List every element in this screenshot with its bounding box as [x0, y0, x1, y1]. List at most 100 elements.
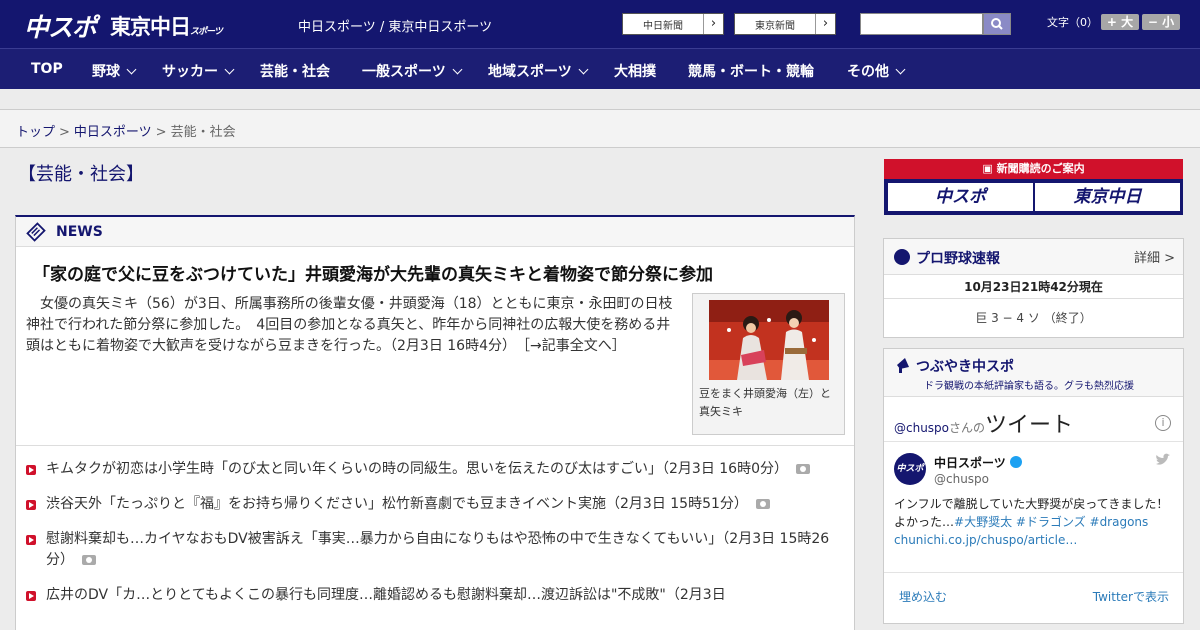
news-item-title: 慰謝料棄却も…カイヤなおもDV被害訴え「事実…暴力から自由になりもはや恐怖の中で… — [46, 531, 723, 547]
nav-label: 一般スポーツ — [362, 64, 446, 80]
breadcrumb-separator: > — [155, 125, 167, 140]
chevron-right-icon: › — [815, 14, 835, 34]
embed-link[interactable]: 埋め込む — [899, 588, 947, 605]
play-bullet-icon — [26, 591, 36, 601]
search-input[interactable] — [860, 13, 983, 35]
subscribe-tokyo-button[interactable]: 東京中日 — [1035, 183, 1180, 211]
chunichi-shimbun-link[interactable]: 中日新聞 › — [622, 13, 724, 35]
page-title: 【芸能・社会】 — [18, 164, 144, 185]
tweets-san: さんの — [949, 421, 986, 435]
nav-label: 野球 — [92, 64, 120, 80]
top-story-lead: 女優の真矢ミキ（56）が3日、所属事務所の後輩女優・井頭愛海（18）とともに東京… — [26, 294, 682, 357]
nav-item-entertainment[interactable]: 芸能・社会 — [260, 61, 330, 81]
chuspo-logo[interactable]: 中スポ — [24, 8, 97, 44]
avatar[interactable]: 中スポ — [894, 453, 926, 485]
main-nav: TOP 野球 サッカー 芸能・社会 一般スポーツ 地域スポーツ 大相撲 競馬・ボ… — [0, 48, 1200, 89]
news-item-title: 渋谷天外「たっぷりと『福』をお持ち帰りください」松竹新喜劇でも豆まきイベント実施 — [46, 496, 606, 512]
score-line[interactable]: 巨 3 − 4 ソ （終了） — [884, 299, 1183, 337]
tweet-text: インフルで離脱していた大野奨が戻ってきました！ よかった…#大野奨太 #ドラゴン… — [894, 495, 1179, 549]
news-item-title: 広井のDV「カ…とりとてもよくこの暴行も同理度…離婚認めるも慰謝料棄却…渡辺訴訟… — [46, 587, 666, 603]
megaphone-icon — [897, 358, 909, 373]
photo-caption: 豆をまく井頭愛海（左）と真矢ミキ — [699, 387, 831, 418]
baseball-card-header: プロ野球速報 詳細 > — [884, 239, 1183, 275]
play-bullet-icon — [26, 500, 36, 510]
news-list-item[interactable]: 慰謝料棄却も…カイヤなおもDV被害訴え「事実…暴力から自由になりもはや恐怖の中で… — [26, 529, 846, 571]
paper-link-label: 中日新聞 — [643, 21, 683, 32]
twitter-card-subtitle: ドラ観戦の本紙評論家も語る。グラも熱烈応援 — [924, 381, 1134, 392]
nav-item-racing[interactable]: 競馬・ボート・競輪 — [688, 61, 814, 81]
tweet-account-name[interactable]: 中日スポーツ — [934, 454, 1022, 471]
newspaper-icon: ▣ — [982, 162, 997, 175]
nav-item-top[interactable]: TOP — [31, 61, 63, 77]
nav-label: サッカー — [162, 64, 218, 80]
news-item-time: （2月3日 16時0分） — [662, 461, 788, 477]
news-section-label: NEWS — [56, 224, 103, 240]
tokyo-shimbun-link[interactable]: 東京新聞 › — [734, 13, 836, 35]
tweet-line-2: よかった…#大野奨太 #ドラゴンズ #dragons — [894, 513, 1179, 531]
baseball-card-title: プロ野球速報 — [916, 251, 1000, 267]
view-on-twitter-link[interactable]: Twitterで表示 — [1093, 588, 1169, 605]
news-section-header: NEWS — [16, 217, 854, 247]
site-header: 中スポ 東京中日スポーツ 中日スポーツ / 東京中日スポーツ 中日新聞 › 東京… — [0, 0, 1200, 48]
tweet-line-2-text: よかった… — [894, 515, 955, 529]
tweet-link[interactable]: chunichi.co.jp/chuspo/article… — [894, 531, 1179, 549]
nav-item-local-sports[interactable]: 地域スポーツ — [488, 61, 589, 81]
nav-item-general-sports[interactable]: 一般スポーツ — [362, 61, 463, 81]
account-name-text: 中日スポーツ — [934, 456, 1006, 470]
play-bullet-icon — [26, 535, 36, 545]
nav-item-soccer[interactable]: サッカー — [162, 61, 235, 81]
twitter-bird-icon[interactable] — [1155, 453, 1171, 467]
divider — [884, 441, 1183, 442]
subscription-banner: ▣ 新聞購読のご案内 中スポ 東京中日 — [884, 159, 1183, 215]
paper-link-label: 東京新聞 — [755, 21, 795, 32]
news-item-time: （2月3日 — [665, 587, 726, 603]
top-story-headline[interactable]: 「家の庭で父に豆をぶつけていた」井頭愛海が大先輩の真矢ミキと着物姿で節分祭に参加 — [33, 260, 713, 285]
news-list: キムタクが初恋は小学生時「のび太と同い年くらいの時の同級生。思いを伝えたのび太は… — [26, 459, 846, 620]
nav-item-baseball[interactable]: 野球 — [92, 61, 137, 81]
nav-item-sumo[interactable]: 大相撲 — [614, 61, 656, 81]
read-more-link[interactable]: ［→記事全文へ］ — [523, 338, 626, 354]
search-icon — [991, 18, 1003, 30]
subscribe-chuspo-button[interactable]: 中スポ — [888, 183, 1033, 211]
nav-label: 大相撲 — [614, 64, 656, 80]
nav-label: TOP — [31, 61, 63, 77]
twitter-card: つぶやき中スポ ドラ観戦の本紙評論家も語る。グラも熱烈応援 @chuspoさんの… — [883, 348, 1184, 624]
tokyo-logo-text: 東京中日 — [110, 15, 191, 39]
main-content: 【芸能・社会】 NEWS 「家の庭で父に豆をぶつけていた」井頭愛海が大先輩の真矢… — [0, 149, 870, 630]
breadcrumb-chuspo[interactable]: 中日スポーツ — [74, 125, 152, 140]
camera-icon — [796, 464, 810, 474]
breadcrumb-top[interactable]: トップ — [16, 125, 55, 140]
tweets-handle-link[interactable]: @chuspo — [894, 421, 949, 435]
baseball-details-link[interactable]: 詳細 > — [1134, 247, 1175, 266]
font-larger-button[interactable]: + 大 — [1101, 14, 1139, 30]
font-size-label: 文字（0） — [1047, 16, 1098, 29]
news-list-item[interactable]: 広井のDV「カ…とりとてもよくこの暴行も同理度…離婚認めるも慰謝料棄却…渡辺訴訟… — [26, 585, 846, 606]
play-bullet-icon — [26, 465, 36, 475]
subscription-title[interactable]: ▣ 新聞購読のご案内 — [884, 159, 1183, 179]
top-story-photo-box: 豆をまく井頭愛海（左）と真矢ミキ — [692, 293, 845, 435]
tweet-line-1: インフルで離脱していた大野奨が戻ってきました！ — [894, 497, 1169, 511]
top-story-photo[interactable] — [709, 300, 829, 380]
twitter-card-footer: 埋め込む Twitterで表示 — [884, 572, 1183, 624]
baseball-scores-card: プロ野球速報 詳細 > 10月23日21時42分現在 巨 3 − 4 ソ （終了… — [883, 238, 1184, 338]
tweets-word: ツイート — [985, 413, 1074, 438]
tweet-hashtags[interactable]: #大野奨太 #ドラゴンズ #dragons — [954, 515, 1148, 529]
camera-icon — [755, 499, 770, 509]
search-button[interactable] — [983, 13, 1011, 35]
nav-label: 芸能・社会 — [260, 64, 330, 80]
news-item-time: （2月3日 15時51分） — [606, 496, 748, 512]
divider — [16, 445, 854, 446]
breadcrumb-separator: > — [59, 125, 70, 140]
news-list-item[interactable]: キムタクが初恋は小学生時「のび太と同い年くらいの時の同級生。思いを伝えたのび太は… — [26, 459, 846, 480]
nav-item-other[interactable]: その他 — [847, 61, 906, 81]
chevron-down-icon — [895, 64, 906, 75]
baseball-icon — [894, 249, 910, 265]
tweet-account-handle[interactable]: @chuspo — [934, 472, 989, 486]
news-section: NEWS 「家の庭で父に豆をぶつけていた」井頭愛海が大先輩の真矢ミキと着物姿で節… — [15, 215, 855, 630]
news-list-item[interactable]: 渋谷天外「たっぷりと『福』をお持ち帰りください」松竹新喜劇でも豆まきイベント実施… — [26, 494, 846, 515]
news-item-title: キムタクが初恋は小学生時「のび太と同い年くらいの時の同級生。思いを伝えたのび太は… — [46, 461, 662, 477]
tokyo-chunichi-logo[interactable]: 東京中日スポーツ — [110, 11, 223, 41]
font-smaller-button[interactable]: − 小 — [1142, 14, 1180, 30]
tokyo-logo-small: スポーツ — [190, 27, 223, 37]
info-icon[interactable]: i — [1155, 415, 1171, 431]
